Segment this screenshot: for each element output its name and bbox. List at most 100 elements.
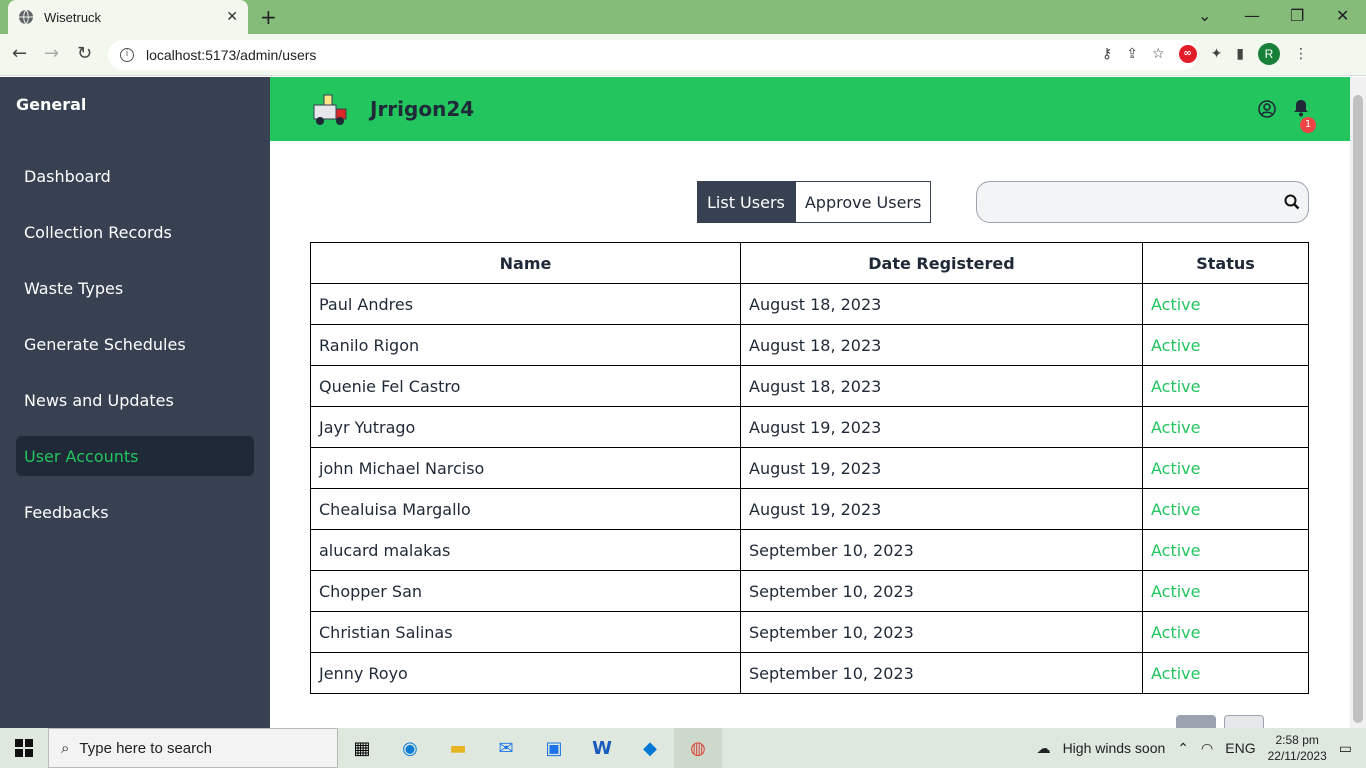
search-icon[interactable]: [1284, 194, 1300, 210]
windows-taskbar: ⌕ Type here to search ▦ ◉ ▬ ✉ ▣ W ◆ ◍ ☁ …: [0, 728, 1366, 768]
menu-icon[interactable]: ⋮: [1294, 46, 1308, 62]
table-row[interactable]: alucard malakas September 10, 2023 Active: [310, 529, 1309, 571]
tab-approve-users[interactable]: Approve Users: [794, 181, 932, 223]
status-text: Active: [1142, 652, 1309, 694]
forward-icon[interactable]: →: [44, 44, 59, 64]
user-circle-icon[interactable]: [1258, 100, 1276, 118]
edge-icon[interactable]: ◉: [386, 728, 434, 768]
table-row[interactable]: Paul Andres August 18, 2023 Active: [310, 283, 1309, 325]
date-registered: September 10, 2023: [740, 570, 1143, 612]
status-text: Active: [1142, 611, 1309, 653]
new-tab-icon[interactable]: +: [260, 7, 277, 27]
table-row[interactable]: Jenny Royo September 10, 2023 Active: [310, 652, 1309, 694]
users-table: Name Date Registered Status Paul Andres A…: [310, 242, 1309, 694]
chrome-icon[interactable]: ◍: [674, 728, 722, 768]
task-view-icon[interactable]: ▦: [338, 728, 386, 768]
date-registered: August 18, 2023: [740, 365, 1143, 407]
user-name: Christian Salinas: [310, 611, 741, 653]
close-tab-icon[interactable]: ✕: [226, 9, 238, 25]
search-box: [976, 181, 1309, 223]
sidebar-item-collection-records[interactable]: Collection Records: [16, 212, 254, 252]
table-row[interactable]: Quenie Fel Castro August 18, 2023 Active: [310, 365, 1309, 407]
user-name: john Michael Narciso: [310, 447, 741, 489]
scroll-thumb[interactable]: [1353, 95, 1363, 723]
file-explorer-icon[interactable]: ▬: [434, 728, 482, 768]
table-header-row: Name Date Registered Status: [310, 242, 1309, 284]
sidebar-item-generate-schedules[interactable]: Generate Schedules: [16, 324, 254, 364]
user-name: Jayr Yutrago: [310, 406, 741, 448]
close-window-icon[interactable]: ✕: [1336, 6, 1349, 25]
reload-icon[interactable]: ↻: [77, 44, 92, 64]
table-row[interactable]: john Michael Narciso August 19, 2023 Activ…: [310, 447, 1309, 489]
date-registered: September 10, 2023: [740, 611, 1143, 653]
table-row[interactable]: Christian Salinas September 10, 2023 Activ…: [310, 611, 1309, 653]
clock-date: 22/11/2023: [1267, 749, 1327, 763]
date-registered: August 19, 2023: [740, 447, 1143, 489]
clock[interactable]: 2:58 pm 22/11/2023: [1268, 732, 1327, 764]
puzzle-icon[interactable]: ✦: [1211, 46, 1223, 62]
key-icon[interactable]: ⚷: [1102, 46, 1112, 62]
date-registered: August 18, 2023: [740, 324, 1143, 366]
notifications-icon[interactable]: ▭: [1339, 740, 1352, 757]
sidebar-item-news-updates[interactable]: News and Updates: [16, 380, 254, 420]
pagination-button[interactable]: [1224, 715, 1264, 728]
taskbar-search[interactable]: ⌕ Type here to search: [48, 728, 338, 768]
date-registered: August 18, 2023: [740, 283, 1143, 325]
vscode-icon[interactable]: ◆: [626, 728, 674, 768]
status-text: Active: [1142, 570, 1309, 612]
site-info-icon[interactable]: i: [120, 48, 134, 62]
pagination-button[interactable]: [1176, 715, 1216, 728]
table-row[interactable]: Ranilo Rigon August 18, 2023 Active: [310, 324, 1309, 366]
tab-list-users[interactable]: List Users: [697, 181, 795, 223]
weather-icon: ☁: [1036, 739, 1051, 756]
sidebar-heading: General: [16, 95, 87, 114]
sidebar-item-feedbacks[interactable]: Feedbacks: [16, 492, 254, 532]
status-text: Active: [1142, 324, 1309, 366]
user-name: Jenny Royo: [310, 652, 741, 694]
tab-search-icon[interactable]: ⌄: [1198, 6, 1211, 25]
extension-icon[interactable]: ∞: [1178, 45, 1197, 63]
profile-avatar[interactable]: R: [1258, 43, 1281, 65]
star-icon[interactable]: ☆: [1152, 46, 1165, 62]
windows-logo-icon: [15, 739, 33, 757]
mail-icon[interactable]: ✉: [482, 728, 530, 768]
page-scrollbar[interactable]: [1350, 77, 1366, 728]
column-header-status: Status: [1142, 242, 1309, 284]
back-icon[interactable]: ←: [12, 44, 27, 64]
column-header-date: Date Registered: [740, 242, 1143, 284]
network-icon[interactable]: ◠: [1201, 740, 1213, 757]
sidebar-item-dashboard[interactable]: Dashboard: [16, 156, 254, 196]
store-icon[interactable]: ▣: [530, 728, 578, 768]
address-bar[interactable]: i localhost:5173/admin/users: [108, 40, 1198, 70]
restore-icon[interactable]: ❐: [1290, 6, 1304, 25]
table-row[interactable]: Chopper San September 10, 2023 Active: [310, 570, 1309, 612]
chevron-up-icon[interactable]: ⌃: [1177, 740, 1189, 757]
toolbar-icons: ⚷ ⇪ ☆ ∞ ✦ ▮ R ⋮: [1102, 43, 1308, 65]
side-panel-icon[interactable]: ▮: [1236, 46, 1244, 62]
table-row[interactable]: Chealuisa Margallo August 19, 2023 Active: [310, 488, 1309, 530]
user-name: Chealuisa Margallo: [310, 488, 741, 530]
user-name: Chopper San: [310, 570, 741, 612]
word-icon[interactable]: W: [578, 728, 626, 768]
language-indicator[interactable]: ENG: [1225, 740, 1255, 756]
weather-text[interactable]: High winds soon: [1063, 740, 1166, 756]
date-registered: August 19, 2023: [740, 488, 1143, 530]
brand-name: Jrrigon24: [370, 97, 475, 121]
sidebar-item-waste-types[interactable]: Waste Types: [16, 268, 254, 308]
user-name: Quenie Fel Castro: [310, 365, 741, 407]
browser-tab[interactable]: Wisetruck ✕: [8, 0, 248, 34]
user-name: alucard malakas: [310, 529, 741, 571]
search-input[interactable]: [977, 182, 1267, 222]
user-tabs: List Users Approve Users: [697, 181, 932, 223]
taskbar-search-placeholder: Type here to search: [79, 739, 212, 757]
status-text: Active: [1142, 283, 1309, 325]
table-row[interactable]: Jayr Yutrago August 19, 2023 Active: [310, 406, 1309, 448]
search-icon: ⌕: [61, 739, 70, 757]
minimize-icon[interactable]: —: [1244, 6, 1260, 25]
status-text: Active: [1142, 447, 1309, 489]
share-icon[interactable]: ⇪: [1126, 46, 1138, 62]
bell-icon[interactable]: [1292, 99, 1310, 117]
url-text: localhost:5173/admin/users: [146, 47, 317, 63]
start-button[interactable]: [0, 728, 48, 768]
sidebar-item-user-accounts[interactable]: User Accounts: [16, 436, 254, 476]
